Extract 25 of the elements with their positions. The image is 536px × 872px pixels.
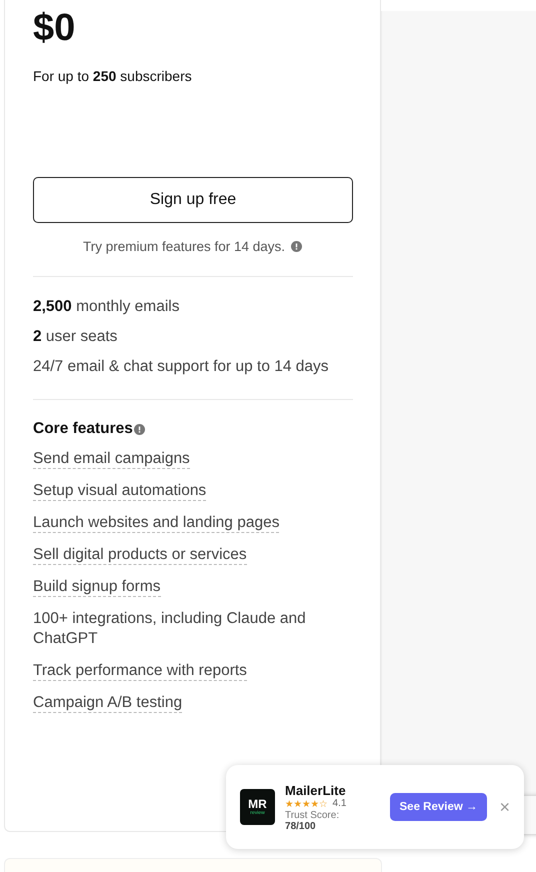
plan-subtitle: For up to 250 subscribers (33, 68, 193, 84)
feature-link[interactable]: Send email campaigns (33, 450, 190, 469)
info-icon[interactable] (134, 424, 145, 434)
signup-button[interactable]: Sign up free (33, 177, 353, 223)
feature-link[interactable]: Setup visual automations (33, 482, 206, 501)
feature-link[interactable]: Track performance with reports (33, 662, 247, 681)
plan-limit: 2,500 monthly emails (33, 297, 180, 317)
feature-link[interactable]: Build signup forms (33, 578, 161, 597)
plan-limit: 2 user seats (33, 327, 118, 347)
rating-value: 4.1 (332, 798, 346, 809)
price: $0 (33, 6, 76, 50)
feature-item: 100+ integrations, including Claude and ChatGPT (33, 609, 307, 649)
trust-label: Trust Score: (285, 810, 340, 820)
features-title: Core features (33, 420, 133, 438)
trust-value: 78/100 (285, 820, 317, 832)
feature-link[interactable]: Campaign A/B testing (33, 694, 182, 713)
see-review-button[interactable]: See Review → (390, 793, 488, 821)
star-rating: ★★★★☆ (285, 798, 328, 810)
product-name: MailerLite (285, 782, 347, 798)
feature-link[interactable]: Sell digital products or services (33, 546, 247, 565)
trial-note: Try premium features for 14 days. (82, 239, 286, 254)
feature-link[interactable]: Launch websites and landing pages (33, 514, 280, 533)
info-icon[interactable] (291, 241, 302, 252)
plan-limit: 24/7 email & chat support for up to 14 days (33, 357, 330, 377)
logo-text: MR (248, 798, 267, 810)
